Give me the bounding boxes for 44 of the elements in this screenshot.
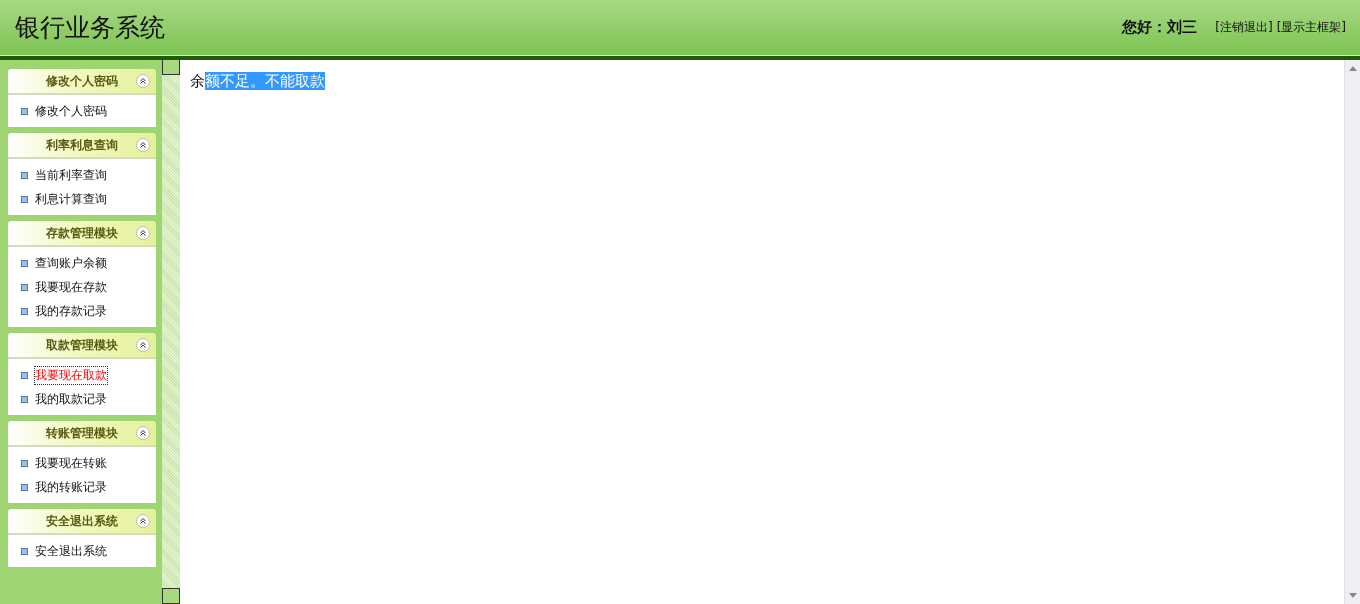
bullet-icon — [21, 259, 28, 267]
collapse-icon[interactable] — [136, 514, 150, 528]
bullet-icon — [21, 483, 28, 491]
bullet-icon — [21, 171, 28, 179]
message-text: 余额不足。不能取款 — [190, 72, 326, 91]
app-title: 银行业务系统 — [15, 12, 165, 44]
menu-link[interactable]: 当前利率查询 — [34, 165, 108, 185]
panel-header[interactable]: 存款管理模块 — [8, 221, 156, 247]
menu-link[interactable]: 修改个人密码 — [34, 101, 108, 121]
panel-header[interactable]: 利率利息查询 — [8, 133, 156, 159]
scrollbar[interactable] — [1344, 60, 1360, 604]
bullet-icon — [21, 459, 28, 467]
bullet-icon — [21, 283, 28, 291]
collapse-icon[interactable] — [136, 138, 150, 152]
menu-link[interactable]: 安全退出系统 — [34, 541, 108, 561]
bullet-icon — [21, 307, 28, 315]
menu-link[interactable]: 查询账户余额 — [34, 253, 108, 273]
menu-link[interactable]: 利息计算查询 — [34, 189, 108, 209]
collapse-icon[interactable] — [136, 426, 150, 440]
menu-link[interactable]: 我的取款记录 — [34, 389, 108, 409]
scroll-up-icon[interactable] — [1348, 66, 1357, 71]
bullet-icon — [21, 395, 28, 403]
panel-header[interactable]: 修改个人密码 — [8, 69, 156, 95]
header-link[interactable]: [注销退出] — [1215, 19, 1273, 36]
header-link[interactable]: [显示主框架] — [1276, 19, 1346, 36]
greeting-text: 您好：刘三 — [1122, 18, 1198, 37]
menu-link[interactable]: 我要现在转账 — [34, 453, 108, 473]
bullet-icon — [21, 547, 28, 555]
menu-link[interactable]: 我的存款记录 — [34, 301, 108, 321]
menu-link[interactable]: 我的转账记录 — [34, 477, 108, 497]
panel-header[interactable]: 转账管理模块 — [8, 421, 156, 447]
splitter-toggle[interactable] — [162, 588, 180, 604]
collapse-icon[interactable] — [136, 338, 150, 352]
bullet-icon — [21, 107, 28, 115]
panel-header[interactable]: 安全退出系统 — [8, 509, 156, 535]
menu-link[interactable]: 我要现在取款 — [34, 365, 108, 385]
panel-header[interactable]: 取款管理模块 — [8, 333, 156, 359]
collapse-icon[interactable] — [136, 74, 150, 88]
menu-link[interactable]: 我要现在存款 — [34, 277, 108, 297]
scroll-down-icon[interactable] — [1348, 593, 1357, 598]
splitter-toggle[interactable] — [162, 60, 180, 75]
bullet-icon — [21, 195, 28, 203]
collapse-icon[interactable] — [136, 226, 150, 240]
bullet-icon — [21, 371, 28, 379]
